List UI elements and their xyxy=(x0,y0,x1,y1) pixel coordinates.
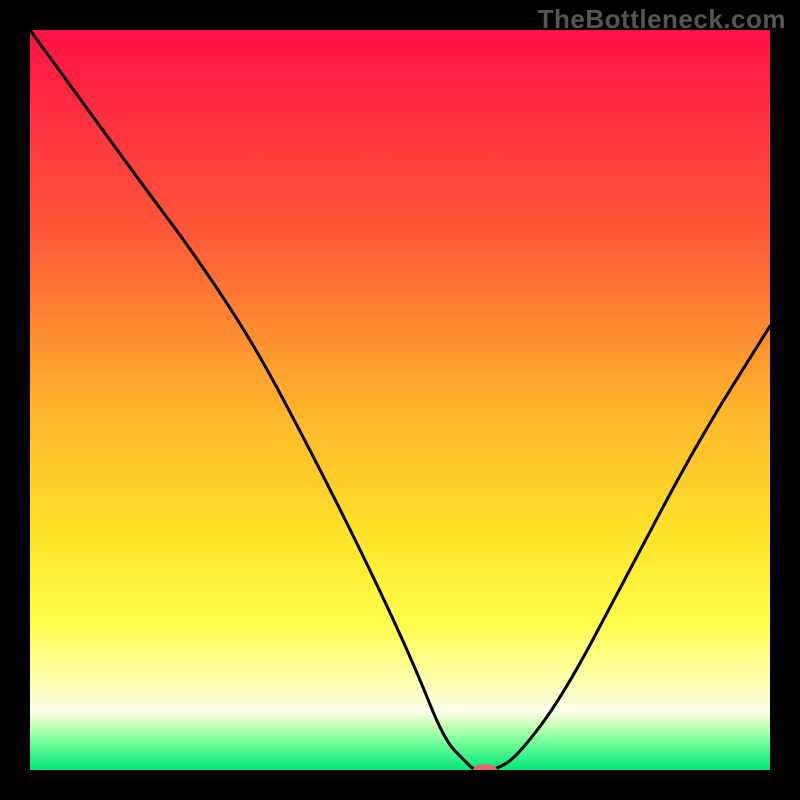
chart-frame: TheBottleneck.com xyxy=(0,0,800,800)
gradient-background xyxy=(30,30,770,770)
bottleneck-chart xyxy=(30,30,770,770)
watermark-text: TheBottleneck.com xyxy=(538,4,786,35)
plot-area xyxy=(30,30,770,770)
